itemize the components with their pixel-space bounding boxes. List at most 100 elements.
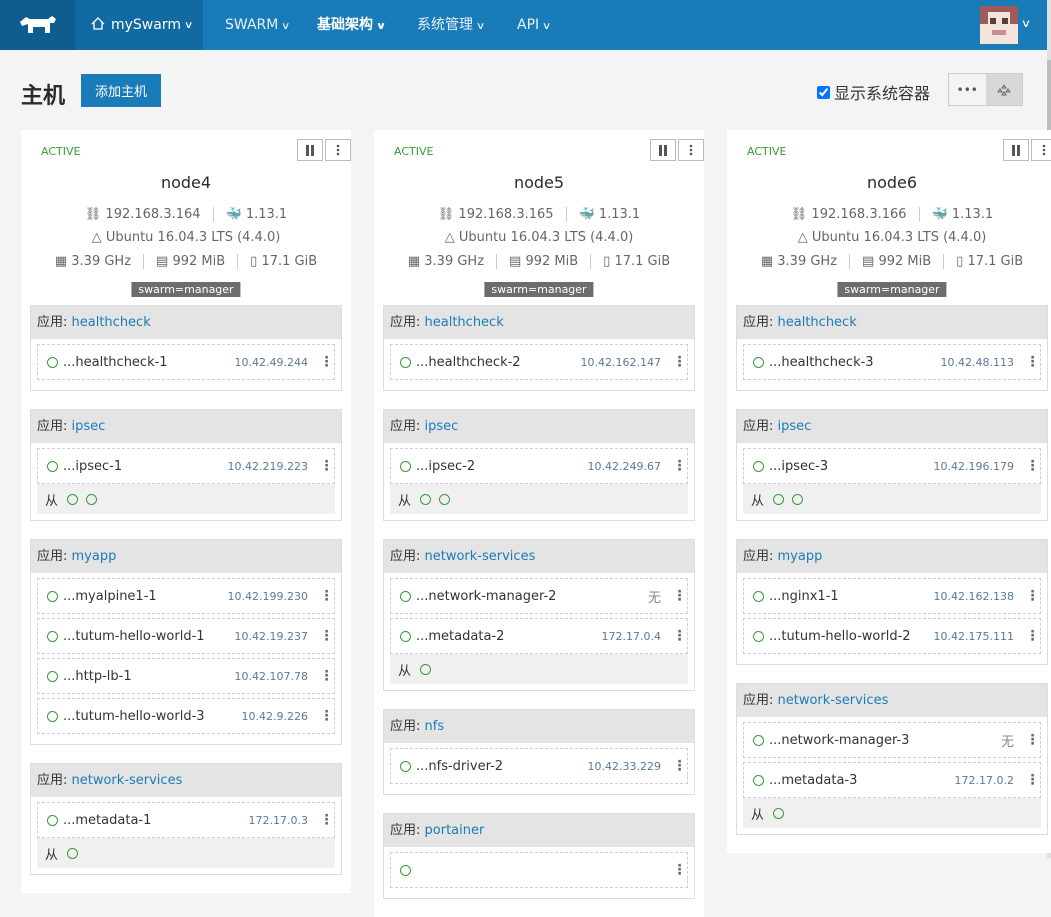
sidekick-status-icon[interactable] [792, 493, 804, 505]
container-row[interactable]: ...myalpine1-1 10.42.199.230 ⋮ [37, 578, 335, 614]
container-menu-icon[interactable]: ⋮ [671, 588, 687, 604]
container-row[interactable]: ...healthcheck-2 10.42.162.147 ⋮ [390, 344, 688, 380]
pause-button[interactable] [297, 139, 323, 161]
container-row[interactable]: ...metadata-3 172.17.0.2 ⋮ [743, 762, 1041, 798]
sidekick-status-icon[interactable] [67, 847, 79, 859]
pause-button[interactable] [1003, 139, 1029, 161]
host-name[interactable]: node6 [727, 173, 1051, 192]
container-name[interactable]: ...network-manager-3 [769, 733, 1001, 748]
stack-name-link[interactable]: portainer [425, 823, 485, 838]
host-name[interactable]: node5 [374, 173, 704, 192]
stack-name-link[interactable]: myapp [778, 549, 823, 564]
container-row[interactable]: ...network-manager-3 无 ⋮ [743, 722, 1041, 758]
container-menu-icon[interactable]: ⋮ [1024, 772, 1040, 788]
stack-name-link[interactable]: network-services [778, 693, 889, 708]
host-menu-button[interactable] [1031, 139, 1051, 161]
container-name[interactable]: ...metadata-3 [769, 773, 955, 788]
sidekick-status-icon[interactable] [86, 493, 98, 505]
container-row[interactable]: ...nfs-driver-2 10.42.33.229 ⋮ [390, 748, 688, 784]
container-row[interactable]: ...tutum-hello-world-1 10.42.19.237 ⋮ [37, 618, 335, 654]
stack-name-link[interactable]: healthcheck [778, 315, 857, 330]
sidekick-status-icon[interactable] [439, 493, 451, 505]
nav-api[interactable]: API ∨ [517, 0, 552, 50]
chevron-down-icon[interactable]: ∨ [1021, 17, 1031, 30]
container-row[interactable]: ...healthcheck-3 10.42.48.113 ⋮ [743, 344, 1041, 380]
container-row[interactable]: ...nginx1-1 10.42.162.138 ⋮ [743, 578, 1041, 614]
container-name[interactable]: ...metadata-2 [416, 629, 602, 644]
stack-name-link[interactable]: network-services [72, 773, 183, 788]
container-name[interactable]: ...nfs-driver-2 [416, 759, 588, 774]
container-row[interactable]: ...network-manager-2 无 ⋮ [390, 578, 688, 614]
container-menu-icon[interactable]: ⋮ [318, 458, 334, 474]
stack-name-link[interactable]: nfs [425, 719, 445, 734]
container-row[interactable]: ...ipsec-3 10.42.196.179 ⋮ [743, 448, 1041, 484]
container-row[interactable]: ...ipsec-1 10.42.219.223 ⋮ [37, 448, 335, 484]
sidekick-status-icon[interactable] [773, 493, 785, 505]
container-row[interactable]: ...ipsec-2 10.42.249.67 ⋮ [390, 448, 688, 484]
container-name[interactable]: ...tutum-hello-world-3 [63, 709, 242, 724]
container-menu-icon[interactable]: ⋮ [1024, 732, 1040, 748]
container-menu-icon[interactable]: ⋮ [318, 668, 334, 684]
container-menu-icon[interactable]: ⋮ [671, 458, 687, 474]
container-name[interactable]: ...healthcheck-1 [63, 355, 235, 370]
host-name[interactable]: node4 [21, 173, 351, 192]
rancher-logo[interactable] [0, 0, 75, 50]
container-name[interactable]: ...healthcheck-2 [416, 355, 581, 370]
container-name[interactable]: ...network-manager-2 [416, 589, 648, 604]
container-name[interactable]: ...metadata-1 [63, 813, 249, 828]
container-menu-icon[interactable]: ⋮ [318, 588, 334, 604]
show-system-containers-toggle[interactable]: 显示系统容器 [817, 80, 930, 104]
stack-name-link[interactable]: ipsec [778, 419, 812, 434]
stack-name-link[interactable]: ipsec [425, 419, 459, 434]
container-menu-icon[interactable]: ⋮ [671, 862, 687, 878]
stack-name-link[interactable]: myapp [72, 549, 117, 564]
host-menu-button[interactable] [325, 139, 351, 161]
container-name[interactable]: ...http-lb-1 [63, 669, 235, 684]
container-row[interactable]: ...tutum-hello-world-3 10.42.9.226 ⋮ [37, 698, 335, 734]
environment-selector[interactable]: mySwarm ∨ [75, 0, 203, 50]
nav-infrastructure[interactable]: 基础架构 ∨ [317, 0, 386, 50]
nav-swarm[interactable]: SWARM ∨ [225, 0, 291, 50]
container-name[interactable]: ...ipsec-2 [416, 459, 588, 474]
container-menu-icon[interactable]: ⋮ [671, 628, 687, 644]
container-row[interactable]: ⋮ [390, 852, 688, 888]
container-name[interactable]: ...myalpine1-1 [63, 589, 228, 604]
container-menu-icon[interactable]: ⋮ [1024, 588, 1040, 604]
show-system-checkbox[interactable] [817, 85, 830, 99]
sidekick-status-icon[interactable] [420, 663, 432, 675]
container-menu-icon[interactable]: ⋮ [318, 628, 334, 644]
container-menu-icon[interactable]: ⋮ [1024, 628, 1040, 644]
container-menu-icon[interactable]: ⋮ [671, 354, 687, 370]
container-name[interactable]: ...nginx1-1 [769, 589, 934, 604]
container-row[interactable]: ...healthcheck-1 10.42.49.244 ⋮ [37, 344, 335, 380]
container-row[interactable]: ...metadata-1 172.17.0.3 ⋮ [37, 802, 335, 838]
container-menu-icon[interactable]: ⋮ [318, 812, 334, 828]
stack-name-link[interactable]: network-services [425, 549, 536, 564]
container-menu-icon[interactable]: ⋮ [318, 354, 334, 370]
sidekick-status-icon[interactable] [773, 807, 785, 819]
container-name[interactable]: ...tutum-hello-world-1 [63, 629, 235, 644]
nav-admin[interactable]: 系统管理 ∨ [417, 0, 485, 50]
container-menu-icon[interactable]: ⋮ [318, 708, 334, 724]
container-name[interactable]: ...healthcheck-3 [769, 355, 941, 370]
host-menu-button[interactable] [678, 139, 704, 161]
user-avatar[interactable] [980, 6, 1018, 44]
stack-name-link[interactable]: healthcheck [72, 315, 151, 330]
container-row[interactable]: ...metadata-2 172.17.0.4 ⋮ [390, 618, 688, 654]
container-name[interactable]: ...ipsec-3 [769, 459, 934, 474]
container-row[interactable]: ...tutum-hello-world-2 10.42.175.111 ⋮ [743, 618, 1041, 654]
add-host-button[interactable]: 添加主机 [81, 74, 161, 107]
stack-name-link[interactable]: healthcheck [425, 315, 504, 330]
container-name[interactable]: ...tutum-hello-world-2 [769, 629, 934, 644]
sidekick-status-icon[interactable] [67, 493, 79, 505]
sidekick-status-icon[interactable] [420, 493, 432, 505]
container-name[interactable]: ...ipsec-1 [63, 459, 228, 474]
container-menu-icon[interactable]: ⋮ [1024, 354, 1040, 370]
container-menu-icon[interactable]: ⋮ [671, 758, 687, 774]
list-view-button[interactable]: ••• [949, 74, 986, 105]
container-row[interactable]: ...http-lb-1 10.42.107.78 ⋮ [37, 658, 335, 694]
stack-name-link[interactable]: ipsec [72, 419, 106, 434]
pause-button[interactable] [650, 139, 676, 161]
container-menu-icon[interactable]: ⋮ [1024, 458, 1040, 474]
grouped-view-button[interactable] [985, 74, 1022, 105]
